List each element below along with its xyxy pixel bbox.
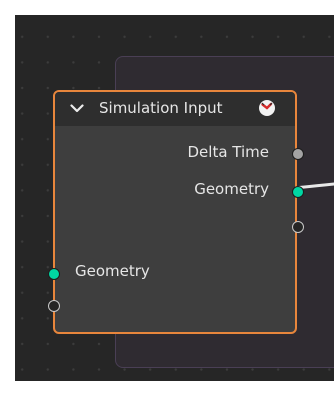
geometry-input-socket[interactable] xyxy=(48,268,60,280)
input-label-geometry: Geometry xyxy=(75,262,150,280)
virtual-input-socket[interactable] xyxy=(48,300,60,312)
geometry-output-socket[interactable] xyxy=(292,186,304,198)
clock-icon xyxy=(259,100,275,116)
output-label-delta-time: Delta Time xyxy=(187,143,270,161)
chevron-down-icon[interactable] xyxy=(70,104,84,113)
node-editor-canvas[interactable]: Simulation Input Delta Time Geometry Geo… xyxy=(15,15,334,381)
node-header[interactable]: Simulation Input xyxy=(55,92,295,126)
virtual-output-socket[interactable] xyxy=(292,221,304,233)
node-title: Simulation Input xyxy=(99,99,223,117)
simulation-input-node[interactable]: Simulation Input Delta Time Geometry Geo… xyxy=(48,90,304,334)
delta-time-output-socket[interactable] xyxy=(292,148,304,160)
output-label-geometry: Geometry xyxy=(194,180,269,198)
